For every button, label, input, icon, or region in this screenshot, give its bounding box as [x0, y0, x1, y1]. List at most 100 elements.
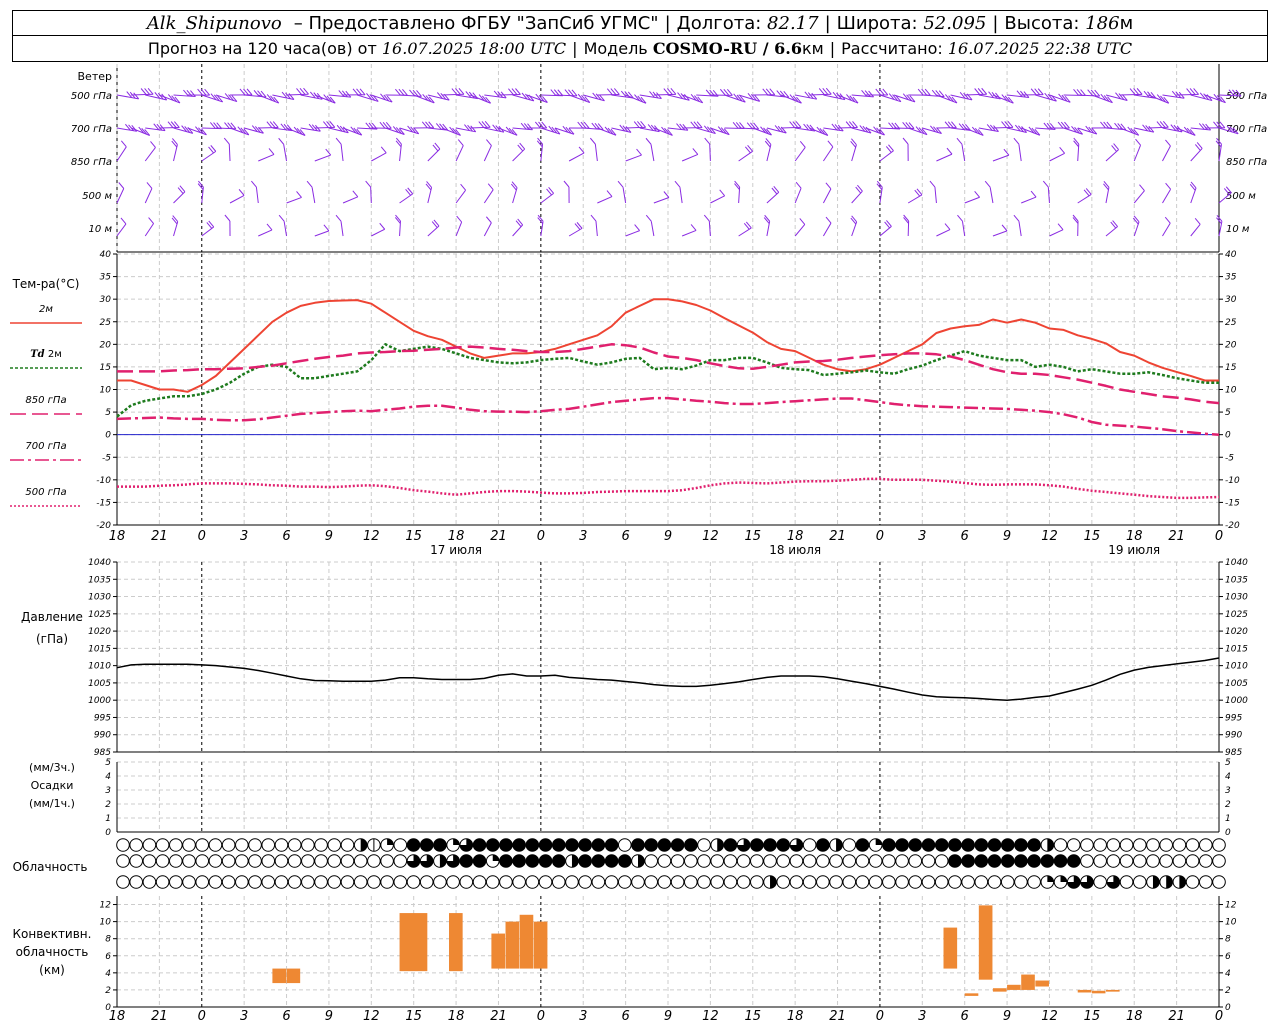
temperature-panel: -20 -20-15 -15-10 -10-5 -50 05 510 1015 1520 2025… [10, 250, 1240, 557]
wind-barb-shaft [781, 126, 802, 129]
pressure-title: Давление [21, 610, 83, 624]
wind-barb-feather [251, 180, 257, 188]
wind-barb [470, 120, 491, 129]
wind-barb [766, 185, 780, 204]
wind-barb [512, 218, 524, 237]
temp-ytick-label: -10 [1225, 476, 1240, 486]
cloud-symbol [776, 854, 791, 868]
cloud-symbol [433, 854, 447, 868]
cloud-circle [776, 854, 791, 868]
wind-barb-feather [719, 189, 726, 197]
day-label: 19 июля [1108, 543, 1160, 557]
cloud-symbol [1080, 875, 1094, 889]
conv-bar [533, 921, 548, 969]
cloud-circle [750, 838, 764, 852]
conv-ytick-label: 12 [100, 901, 112, 911]
cloud-circle [155, 838, 170, 852]
wind-barb [365, 180, 372, 204]
temp-hour-label: 18 [1126, 529, 1143, 544]
cloud-fill [1047, 875, 1054, 882]
cloud-circle [208, 875, 223, 889]
cloud-symbol [419, 875, 434, 889]
cloud-symbol [961, 838, 975, 852]
temp-ytick-label: 30 [100, 295, 112, 305]
cloud-symbol [657, 838, 672, 852]
temp-hour-label: 21 [490, 529, 507, 544]
wind-level-label: 500 гПа [1226, 91, 1267, 102]
cloud-symbol [1106, 875, 1121, 889]
cloud-symbol [353, 875, 368, 889]
cloud-symbol [750, 838, 764, 852]
cloud-circle [261, 854, 276, 868]
cloud-symbol [538, 854, 553, 868]
wind-barb [907, 188, 923, 204]
cloud-symbol [1119, 838, 1134, 852]
wind-barb-feather [171, 217, 178, 225]
wind-barb [455, 215, 463, 237]
wind-barb-feather [876, 183, 883, 191]
cloud-symbol [406, 838, 421, 852]
wind-barb-feather [224, 214, 231, 222]
wind-barb-shaft [650, 221, 655, 237]
wind-barb-shaft [1162, 188, 1172, 204]
wind-barb-feather [1164, 216, 1171, 224]
wind-barb-feather [851, 215, 858, 223]
cloud-panel: Облачность [13, 838, 1226, 889]
conv-hour-label: 6 [282, 1009, 290, 1024]
wind-barb-feather [457, 139, 464, 146]
cloud-circle [1066, 854, 1081, 868]
wind-barb-shaft [1162, 94, 1185, 99]
wind-barb-feather [395, 140, 402, 148]
cloud-symbol [116, 875, 130, 889]
cloud-symbol [1014, 854, 1028, 868]
temp-hour-label: 0 [537, 529, 545, 544]
wind-barb [597, 88, 620, 96]
cloud-symbol [670, 875, 685, 889]
cloud-symbol [802, 875, 817, 889]
cloud-circle [789, 854, 804, 868]
wind-barb [1190, 123, 1212, 131]
cloud-symbol [882, 875, 896, 889]
cloud-circle [1172, 854, 1187, 868]
cloud-symbol [525, 854, 540, 868]
cloud-circle [934, 854, 949, 868]
wind-barb-feather [1103, 183, 1109, 191]
precip-ytick-label: 4 [105, 772, 111, 782]
wind-barb-feather [460, 183, 466, 191]
cloud-symbol [934, 875, 949, 889]
temp-hour-label: 3 [918, 529, 926, 544]
press-ytick-label: 995 [94, 713, 111, 723]
wind-barb-feather [335, 214, 342, 222]
cloud-circle [195, 854, 210, 868]
wind-barb [399, 89, 422, 97]
cloud-circle [116, 854, 130, 868]
cloud-symbol [1000, 875, 1015, 889]
cloud-symbol [776, 875, 791, 889]
temp-ytick-label: 5 [105, 408, 111, 418]
temp-ytick-label: 25 [100, 318, 112, 328]
cloud-circle [195, 875, 210, 889]
temp-hour-label: 12 [702, 529, 719, 544]
conv-ytick-label: 0 [1225, 1003, 1231, 1013]
cloud-circle [1132, 854, 1147, 868]
cloud-symbol [195, 854, 210, 868]
cloud-circle [1027, 838, 1041, 852]
precip-ytick-label: 5 [1225, 758, 1231, 768]
temp-hour-label: 9 [1003, 529, 1011, 544]
cloud-symbol [802, 838, 817, 852]
wind-barb [145, 123, 166, 132]
cloud-circle [631, 875, 645, 889]
temp-hour-label: 21 [151, 529, 168, 544]
wind-barb [879, 144, 894, 162]
wind-barb [258, 121, 279, 129]
cloud-symbol [644, 838, 658, 852]
wind-barb [764, 138, 772, 162]
wind-barb [427, 142, 441, 162]
wind-barb [1148, 120, 1169, 129]
wind-barb-shaft [568, 227, 583, 237]
cloud-circle [1185, 838, 1200, 852]
cloud-circle [499, 854, 513, 868]
temp-ytick-label: 20 [1225, 340, 1237, 350]
wind-barb [510, 181, 518, 204]
cloud-fill [836, 838, 843, 852]
